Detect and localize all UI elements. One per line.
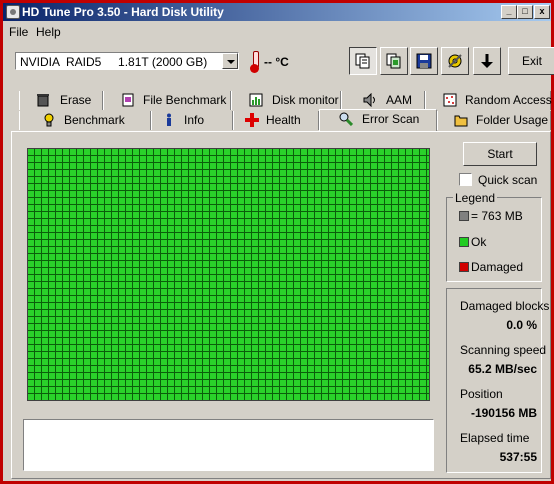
window-title: HD Tune Pro 3.50 - Hard Disk Utility: [22, 5, 224, 19]
options-icon: [448, 54, 462, 68]
save-icon: [416, 53, 432, 69]
tab-random-access[interactable]: Random Access: [425, 91, 552, 110]
tab-erase[interactable]: Erase: [19, 91, 103, 110]
copy-screenshot-icon: [386, 53, 401, 69]
file-icon: [122, 93, 134, 107]
chevron-down-icon[interactable]: [222, 53, 238, 69]
legend-damaged-swatch: [459, 262, 469, 272]
title-bar: HD Tune Pro 3.50 - Hard Disk Utility _ □…: [3, 3, 551, 21]
scan-log[interactable]: [23, 419, 434, 471]
quick-scan-label[interactable]: Quick scan: [478, 173, 537, 187]
info-icon: [167, 113, 171, 126]
bulb-icon: [44, 113, 54, 127]
folder-icon: [454, 115, 468, 127]
toolbar: NVIDIA RAID5 1.81T (2000 GB) -- °C Exit: [3, 41, 554, 81]
drive-select[interactable]: NVIDIA RAID5 1.81T (2000 GB): [15, 52, 239, 70]
tab-benchmark-label: Benchmark: [64, 113, 125, 127]
quick-scan-checkbox[interactable]: [459, 173, 472, 186]
tab-erase-label: Erase: [60, 93, 92, 107]
exit-button[interactable]: Exit: [508, 47, 554, 75]
elapsed-time-value: 537:55: [499, 450, 537, 464]
close-button[interactable]: x: [534, 5, 550, 19]
trash-icon: [37, 94, 49, 107]
legend-ok-swatch: [459, 237, 469, 247]
tab-error-scan-label: Error Scan: [362, 112, 420, 126]
tab-file-benchmark-label: File Benchmark: [143, 93, 227, 107]
tab-file-benchmark[interactable]: File Benchmark: [103, 91, 231, 110]
minimize-button[interactable]: _: [501, 5, 517, 19]
tab-folder-usage[interactable]: Folder Usage: [437, 111, 551, 130]
legend-damaged-label: Damaged: [471, 260, 524, 274]
tab-disk-monitor-label: Disk monitor: [272, 93, 339, 107]
copy-text-button[interactable]: [349, 47, 377, 75]
random-access-icon: [443, 93, 457, 107]
tab-health[interactable]: Health: [233, 111, 319, 130]
tab-benchmark[interactable]: Benchmark: [19, 111, 151, 130]
magnifier-icon: [339, 112, 353, 126]
stats-box: [446, 288, 542, 473]
copy-screenshot-button[interactable]: [380, 47, 408, 75]
thermometer-icon: [250, 51, 260, 73]
damaged-blocks-value: 0.0 %: [506, 318, 537, 332]
tab-disk-monitor[interactable]: Disk monitor: [231, 91, 341, 110]
monitor-icon: [249, 93, 263, 107]
block-map-ok-blocks: [28, 149, 429, 400]
legend-block-swatch: [459, 211, 469, 221]
start-button[interactable]: Start: [463, 142, 537, 166]
tab-error-scan[interactable]: Error Scan: [319, 109, 437, 132]
tab-folder-usage-label: Folder Usage: [476, 113, 549, 127]
tab-random-access-label: Random Access: [465, 93, 552, 107]
download-icon: [481, 54, 493, 68]
speaker-icon: [363, 93, 375, 107]
position-value: -190156 MB: [470, 406, 537, 420]
tab-aam[interactable]: AAM: [341, 91, 425, 110]
maximize-button[interactable]: □: [517, 5, 533, 19]
position-label: Position: [460, 387, 503, 401]
menu-bar: File Help: [3, 22, 551, 40]
scanning-speed-label: Scanning speed: [460, 343, 547, 357]
tab-info[interactable]: Info: [151, 111, 233, 130]
damaged-blocks-label: Damaged blocks: [460, 299, 550, 313]
temperature-readout: -- °C: [264, 55, 289, 69]
copy-text-icon: [355, 53, 370, 69]
legend-title: Legend: [453, 191, 498, 205]
drive-select-value: NVIDIA RAID5 1.81T (2000 GB): [20, 55, 208, 69]
legend-block-size: = 763 MB: [471, 209, 523, 223]
menu-file[interactable]: File: [9, 25, 28, 39]
tab-info-label: Info: [184, 113, 205, 127]
legend-ok-label: Ok: [471, 235, 487, 249]
tab-health-label: Health: [266, 113, 301, 127]
app-window: HD Tune Pro 3.50 - Hard Disk Utility _ □…: [0, 0, 554, 484]
options-button[interactable]: [441, 47, 469, 75]
download-button[interactable]: [473, 47, 501, 75]
app-disk-icon: [6, 5, 20, 19]
scanning-speed-value: 65.2 MB/sec: [468, 362, 537, 376]
tab-aam-label: AAM: [386, 93, 413, 107]
health-cross-icon: [245, 113, 259, 127]
save-button[interactable]: [410, 47, 438, 75]
elapsed-time-label: Elapsed time: [460, 431, 530, 445]
menu-help[interactable]: Help: [36, 25, 61, 39]
